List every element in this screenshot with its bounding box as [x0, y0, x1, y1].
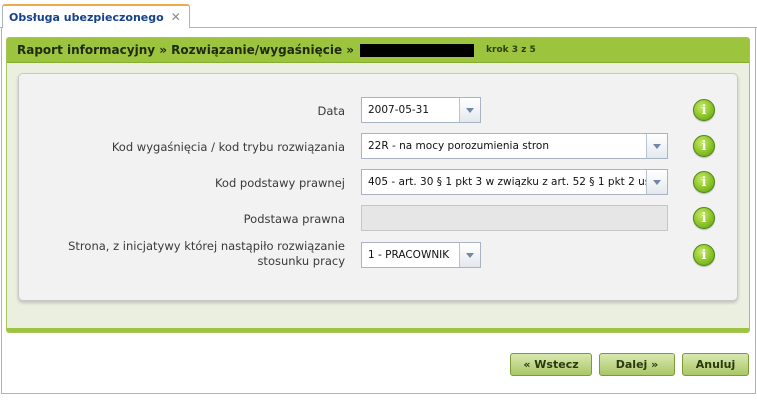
panel-header: Raport informacyjny » Rozwiązanie/wygaśn…	[7, 38, 749, 63]
strona-label-line1: Strona, z inicjatywy której nastąpiło ro…	[68, 239, 345, 253]
chevron-down-icon	[653, 179, 661, 185]
date-trigger[interactable]	[459, 98, 480, 122]
tab-obsluga-ubezpieczonego[interactable]: Obsługa ubezpieczonego ✕	[2, 4, 190, 29]
strona-label: Strona, z inicjatywy której nastąpiło ro…	[25, 239, 345, 269]
kod-podstawy-value: 405 - art. 30 § 1 pkt 3 w związku z art.…	[368, 176, 667, 188]
strona-trigger[interactable]	[459, 243, 480, 267]
date-field[interactable]: 2007-05-31	[361, 97, 481, 123]
redacted-block	[360, 43, 475, 57]
chevron-down-icon	[466, 252, 474, 258]
next-button[interactable]: Dalej »	[599, 353, 675, 376]
report-panel: Raport informacyjny » Rozwiązanie/wygaśn…	[6, 37, 750, 333]
form-box: Data 2007-05-31 i Kod wygaśnięcia / kod …	[18, 73, 738, 301]
panel-bottom-bar	[7, 328, 749, 332]
chevron-down-icon	[466, 107, 474, 113]
kod-wygasniecia-value: 22R - na mocy porozumienia stron	[368, 140, 549, 152]
info-icon[interactable]: i	[693, 135, 715, 157]
info-icon[interactable]: i	[693, 171, 715, 193]
button-bar: « Wstecz Dalej » Anuluj	[510, 353, 749, 376]
kod-wygasniecia-label: Kod wygaśnięcia / kod trybu rozwiązania	[111, 140, 345, 154]
chevron-down-icon	[653, 143, 661, 149]
content-area: Raport informacyjny » Rozwiązanie/wygaśn…	[1, 28, 756, 394]
strona-combo[interactable]: 1 - PRACOWNIK	[361, 242, 481, 268]
kod-podstawy-combo[interactable]: 405 - art. 30 § 1 pkt 3 w związku z art.…	[361, 169, 668, 195]
strona-label-line2: stosunku pracy	[257, 254, 345, 268]
info-icon[interactable]: i	[693, 207, 715, 229]
data-label: Data	[317, 104, 345, 118]
podstawa-prawna-field	[361, 205, 668, 231]
podstawa-prawna-label: Podstawa prawna	[243, 212, 345, 226]
kod-podstawy-label: Kod podstawy prawnej	[214, 176, 345, 190]
info-icon[interactable]: i	[693, 244, 715, 266]
close-icon[interactable]: ✕	[171, 11, 181, 23]
back-button[interactable]: « Wstecz	[510, 353, 592, 376]
cancel-button[interactable]: Anuluj	[682, 353, 749, 376]
panel-title: Raport informacyjny » Rozwiązanie/wygaśn…	[17, 43, 355, 57]
kod-wygasniecia-trigger[interactable]	[646, 134, 667, 158]
tab-label: Obsługa ubezpieczonego	[9, 10, 164, 24]
info-icon[interactable]: i	[693, 99, 715, 121]
tab-strip: Obsługa ubezpieczonego ✕	[0, 0, 757, 29]
kod-podstawy-trigger[interactable]	[646, 170, 667, 194]
kod-wygasniecia-combo[interactable]: 22R - na mocy porozumienia stron	[361, 133, 668, 159]
step-indicator: krok 3 z 5	[486, 45, 536, 55]
